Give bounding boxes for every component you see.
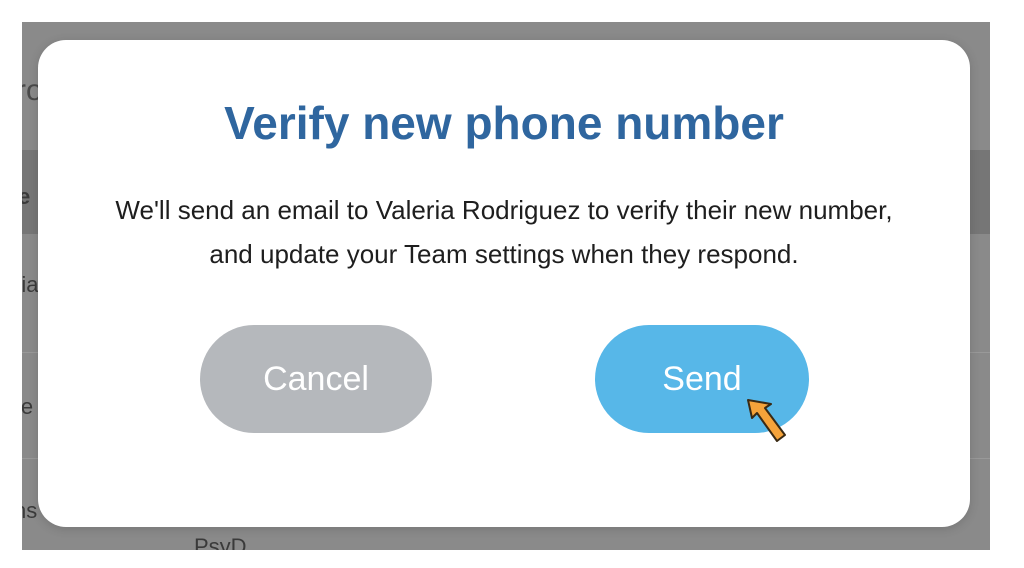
cancel-button[interactable]: Cancel: [200, 325, 432, 433]
background-text-fragment: ria: [22, 272, 39, 297]
background-text-fragment: e: [22, 184, 31, 209]
background-text-fragment: ns: [22, 498, 38, 523]
verify-phone-dialog: Verify new phone number We'll send an em…: [38, 40, 970, 527]
dialog-title: Verify new phone number: [224, 97, 784, 149]
background-text-fragment: ie: [22, 394, 34, 419]
background-text-fragment: PsyD: [194, 534, 247, 550]
dialog-message: We'll send an email to Valeria Rodriguez…: [115, 195, 893, 269]
screenshot-frame: ro e ria ie ns PsyD Verify new phone num…: [22, 22, 990, 550]
arrow-cursor-icon: [747, 399, 786, 442]
